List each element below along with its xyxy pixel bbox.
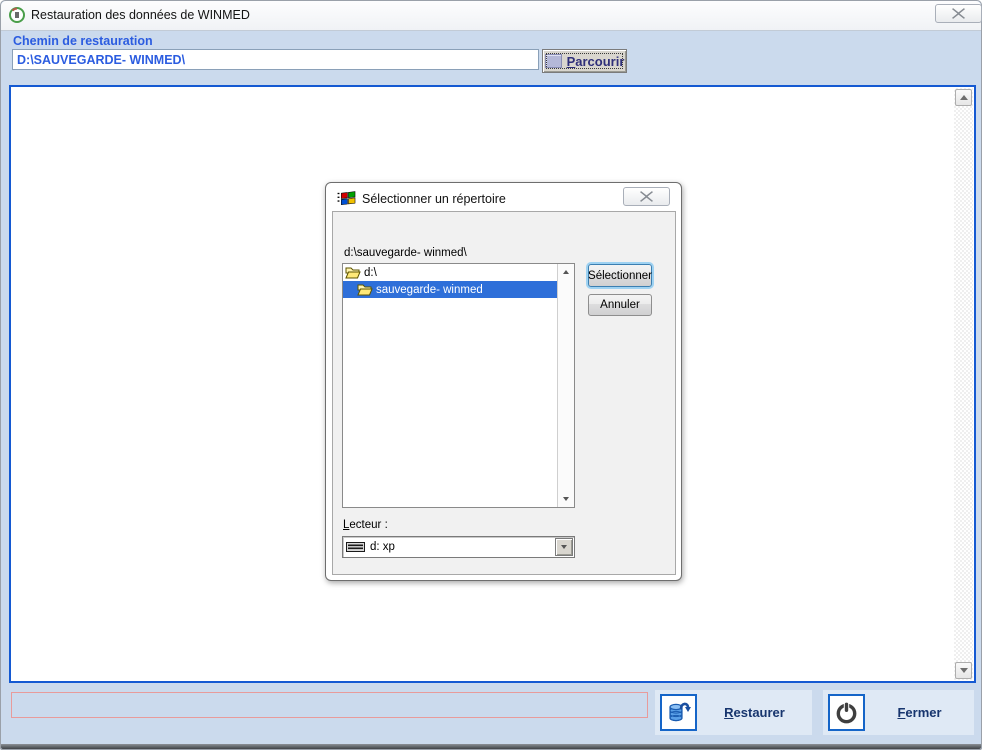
scroll-down-button[interactable]: [955, 662, 972, 679]
current-path-text: d:\sauvegarde- winmed\: [344, 247, 467, 259]
screen: Restauration des données de WINMED Chemi…: [0, 0, 982, 750]
listbox-scroll-down-button[interactable]: [558, 491, 574, 507]
select-directory-dialog: Sélectionner un répertoire d:\sauvegarde…: [325, 182, 682, 581]
window-bottom-edge: [1, 744, 981, 749]
drive-combobox[interactable]: d: xp: [342, 536, 575, 558]
restore-icon-box: [660, 694, 697, 731]
window-close-button[interactable]: [935, 4, 982, 23]
dialog-close-button[interactable]: [623, 187, 670, 206]
list-item-selected-folder[interactable]: sauvegarde- winmed: [343, 281, 558, 298]
list-item-label: d:\: [364, 267, 377, 279]
list-item-drive-root[interactable]: d:\: [343, 264, 558, 281]
close-icon: [952, 8, 965, 19]
windows-flag-icon: [337, 190, 357, 207]
scroll-up-button[interactable]: [955, 89, 972, 106]
dialog-body: d:\sauvegarde- winmed\ d:\: [332, 211, 676, 575]
open-folder-icon: [357, 283, 373, 296]
list-item-label: sauvegarde- winmed: [376, 284, 483, 296]
restore-path-input[interactable]: [12, 49, 539, 70]
restore-button-label: Restaurer: [697, 705, 812, 720]
directory-listbox[interactable]: d:\ sauvegarde- winmed: [342, 263, 575, 508]
chevron-down-icon: [563, 497, 569, 501]
database-restore-icon: [665, 699, 692, 726]
browse-button[interactable]: Parcourir: [542, 49, 627, 73]
restore-button[interactable]: Restaurer: [655, 690, 812, 735]
main-window: Restauration des données de WINMED Chemi…: [0, 0, 982, 750]
close-app-button[interactable]: Fermer: [823, 690, 974, 735]
status-progress-field: [11, 692, 648, 718]
listbox-scrollbar[interactable]: [557, 264, 574, 507]
close-icon: [640, 191, 653, 202]
drive-selected-value: d: xp: [370, 541, 395, 553]
close-app-button-label: Fermer: [865, 705, 974, 720]
main-vertical-scrollbar[interactable]: [954, 88, 973, 680]
chevron-up-icon: [563, 270, 569, 274]
drive-label: Lecteur :: [343, 519, 388, 531]
select-button[interactable]: Sélectionner: [588, 264, 652, 287]
cancel-button[interactable]: Annuler: [588, 294, 652, 316]
browse-button-label: Parcourir: [567, 54, 625, 69]
chevron-down-icon: [960, 668, 968, 673]
power-icon-box: [828, 694, 865, 731]
chevron-up-icon: [960, 95, 968, 100]
app-power-ring-icon: [8, 6, 26, 24]
open-folder-icon: [345, 266, 361, 279]
restore-path-label: Chemin de restauration: [13, 34, 153, 48]
blank-square-icon: [545, 54, 562, 68]
window-title: Restauration des données de WINMED: [31, 8, 250, 22]
chevron-down-icon: [561, 545, 567, 549]
titlebar: Restauration des données de WINMED: [1, 1, 981, 31]
disk-drive-icon: [346, 541, 366, 553]
dialog-title: Sélectionner un répertoire: [362, 192, 506, 206]
drive-dropdown-button[interactable]: [555, 538, 573, 556]
power-icon: [833, 699, 860, 726]
listbox-scroll-up-button[interactable]: [558, 264, 574, 280]
